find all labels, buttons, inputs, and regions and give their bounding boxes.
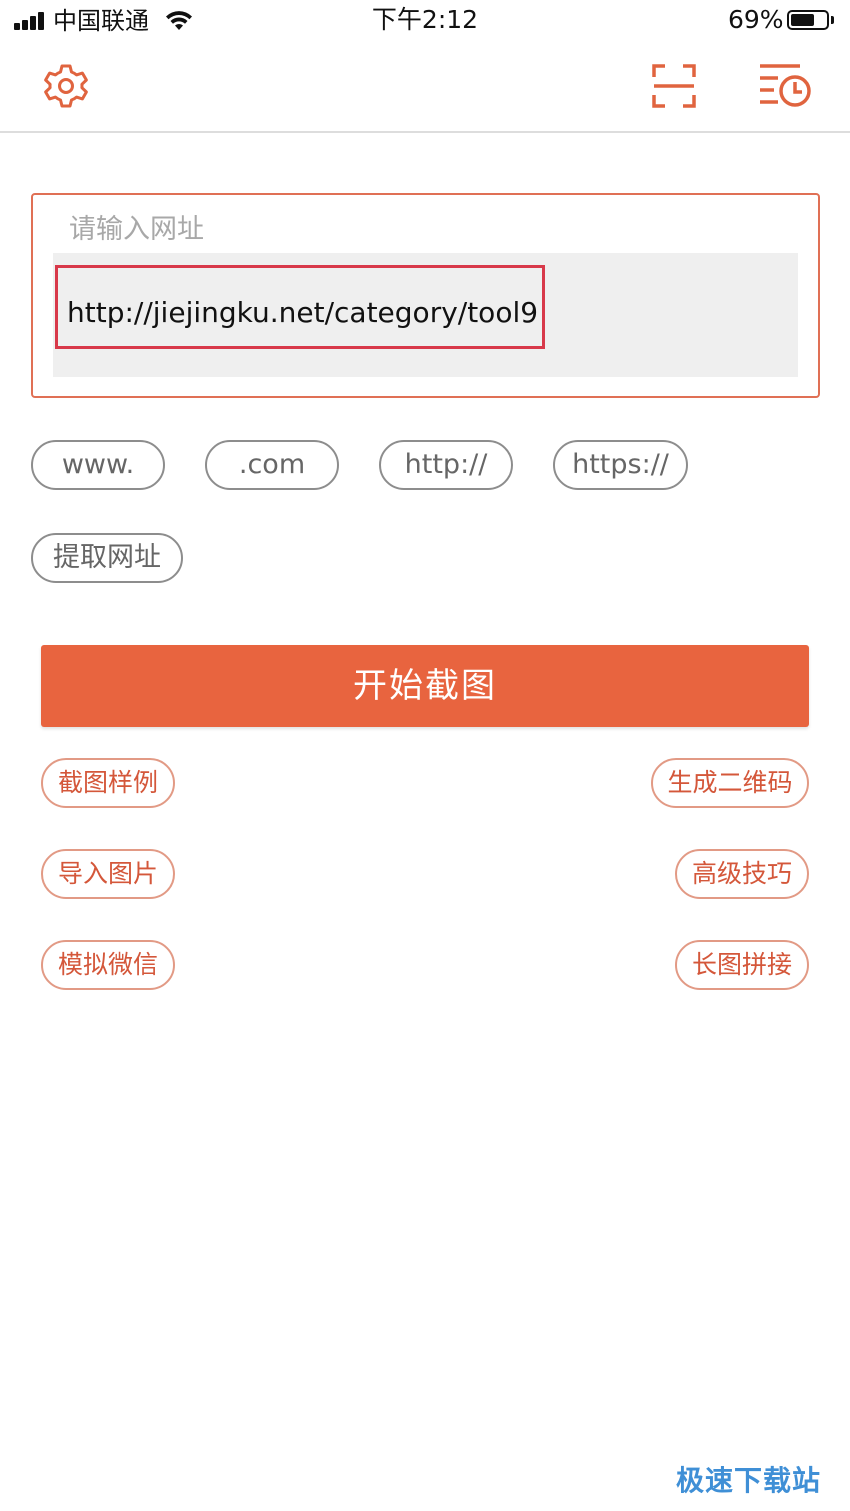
url-input[interactable]: http://jiejingku.net/category/tool9 bbox=[53, 253, 798, 377]
scan-icon[interactable] bbox=[650, 62, 698, 110]
app-screen: 中国联通 下午2:12 69% 请输入网址 http://jiejingku.n… bbox=[0, 0, 850, 1511]
url-input-card: 请输入网址 http://jiejingku.net/category/tool… bbox=[31, 193, 820, 398]
screenshot-samples-button[interactable]: 截图样例 bbox=[41, 758, 175, 808]
battery-percent: 69% bbox=[728, 5, 784, 34]
url-input-value: http://jiejingku.net/category/tool9 bbox=[67, 296, 539, 329]
chip-http[interactable]: http:// bbox=[379, 440, 513, 490]
chip-https[interactable]: https:// bbox=[553, 440, 688, 490]
extract-url-button[interactable]: 提取网址 bbox=[31, 533, 183, 583]
nav-bar bbox=[0, 42, 850, 133]
import-image-button[interactable]: 导入图片 bbox=[41, 849, 175, 899]
url-input-label: 请输入网址 bbox=[69, 214, 204, 245]
long-image-stitch-button[interactable]: 长图拼接 bbox=[675, 940, 809, 990]
generate-qr-code-button[interactable]: 生成二维码 bbox=[651, 758, 809, 808]
advanced-tips-button[interactable]: 高级技巧 bbox=[675, 849, 809, 899]
gear-icon[interactable] bbox=[42, 62, 90, 110]
simulate-wechat-button[interactable]: 模拟微信 bbox=[41, 940, 175, 990]
chip-www[interactable]: www. bbox=[31, 440, 165, 490]
status-time: 下午2:12 bbox=[371, 5, 479, 34]
history-icon[interactable] bbox=[758, 60, 812, 110]
chip-com[interactable]: .com bbox=[205, 440, 339, 490]
battery-cap bbox=[831, 16, 834, 24]
battery-level-fill bbox=[791, 14, 814, 26]
status-bar: 中国联通 下午2:12 69% bbox=[0, 0, 850, 42]
start-screenshot-button[interactable]: 开始截图 bbox=[41, 645, 809, 727]
site-watermark: 极速下载站 bbox=[676, 1464, 822, 1497]
battery-icon bbox=[787, 10, 829, 30]
